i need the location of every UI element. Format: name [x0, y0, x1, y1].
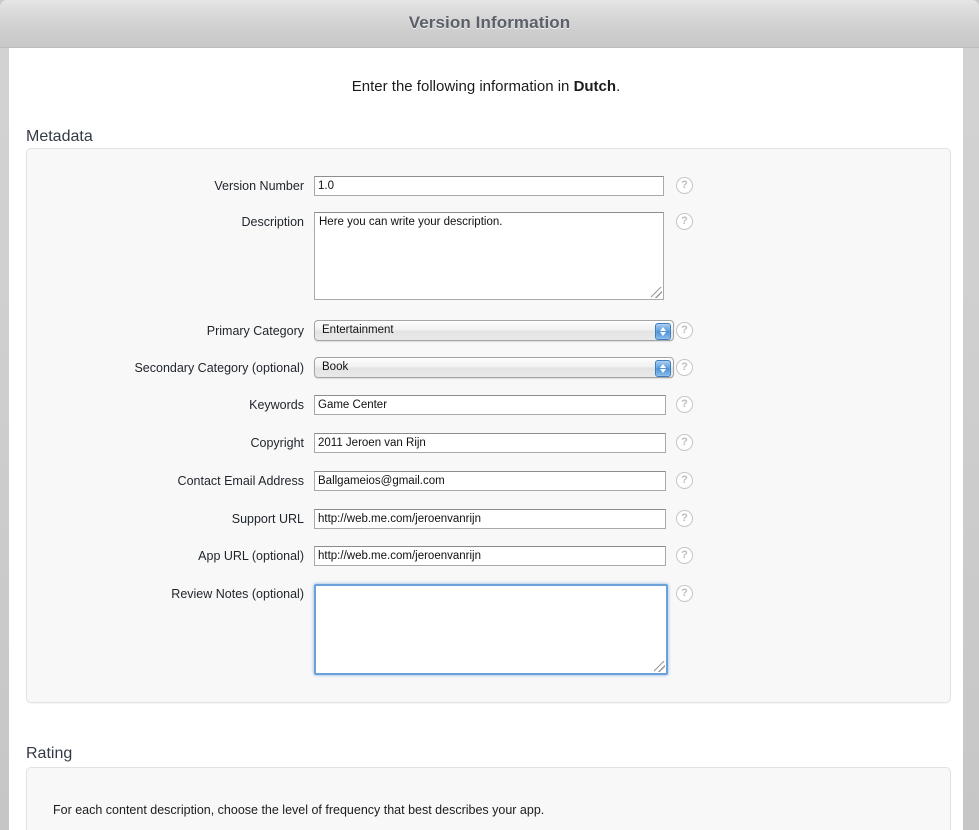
help-icon-support-url[interactable]: ? — [676, 510, 693, 527]
window-title-bar: Version Information — [0, 0, 979, 48]
help-icon-app-url[interactable]: ? — [676, 547, 693, 564]
intro-prefix: Enter the following information in — [351, 78, 574, 95]
app-window: Version Information Enter the following … — [0, 0, 979, 830]
help-icon-version-number[interactable]: ? — [676, 177, 693, 194]
field-row-keywords: Keywords ? — [9, 395, 963, 417]
rating-instruction: For each content description, choose the… — [53, 803, 545, 817]
label-description: Description — [241, 215, 304, 229]
label-primary-category: Primary Category — [206, 324, 304, 338]
stepper-icon-secondary-category[interactable] — [655, 360, 671, 377]
rating-section-heading: Rating — [26, 745, 73, 762]
input-keywords[interactable] — [314, 395, 666, 415]
help-icon-contact-email[interactable]: ? — [676, 472, 693, 489]
label-keywords: Keywords — [249, 398, 304, 412]
input-contact-email[interactable] — [314, 471, 666, 491]
help-icon-review-notes[interactable]: ? — [676, 585, 693, 602]
label-copyright: Copyright — [250, 436, 305, 450]
help-icon-description[interactable]: ? — [676, 213, 693, 230]
textarea-description[interactable]: Here you can write your description. — [314, 212, 664, 300]
content-sheet: Enter the following information in Dutch… — [9, 48, 963, 830]
chevron-down-icon — [660, 332, 666, 336]
help-icon-keywords[interactable]: ? — [676, 396, 693, 413]
label-version-number: Version Number — [214, 179, 304, 193]
stepper-icon-primary-category[interactable] — [655, 323, 671, 340]
help-icon-primary-category[interactable]: ? — [676, 322, 693, 339]
intro-suffix: . — [616, 78, 621, 95]
select-primary-category[interactable]: Entertainment — [314, 320, 674, 341]
field-row-version-number: Version Number ? — [9, 176, 963, 198]
chevron-up-icon — [660, 327, 666, 331]
help-icon-copyright[interactable]: ? — [676, 434, 693, 451]
field-row-app-url: App URL (optional) ? — [9, 546, 963, 568]
field-row-review-notes: Review Notes (optional) ? — [9, 584, 963, 676]
input-copyright[interactable] — [314, 433, 666, 453]
chevron-down-icon — [660, 369, 666, 373]
label-app-url: App URL (optional) — [198, 549, 304, 563]
select-secondary-category[interactable]: Book — [314, 357, 674, 378]
textarea-review-notes[interactable] — [314, 584, 668, 675]
field-row-support-url: Support URL ? — [9, 509, 963, 531]
field-row-contact-email: Contact Email Address ? — [9, 471, 963, 493]
input-app-url[interactable] — [314, 546, 666, 566]
rating-panel — [26, 767, 951, 830]
metadata-section-heading: Metadata — [26, 128, 93, 145]
intro-instruction: Enter the following information in Dutch… — [9, 78, 963, 95]
label-support-url: Support URL — [231, 512, 304, 526]
select-secondary-category-value: Book — [322, 361, 349, 373]
field-row-description: Description Here you can write your desc… — [9, 212, 963, 304]
help-icon-secondary-category[interactable]: ? — [676, 359, 693, 376]
label-review-notes: Review Notes (optional) — [171, 587, 304, 601]
page-title: Version Information — [408, 13, 571, 32]
label-contact-email: Contact Email Address — [177, 474, 304, 488]
field-row-secondary-category: Secondary Category (optional) Book ? — [9, 357, 963, 381]
field-row-copyright: Copyright ? — [9, 433, 963, 455]
intro-language: Dutch — [573, 78, 617, 95]
select-primary-category-value: Entertainment — [322, 324, 394, 336]
field-row-primary-category: Primary Category Entertainment ? — [9, 320, 963, 344]
input-support-url[interactable] — [314, 509, 666, 529]
label-secondary-category: Secondary Category (optional) — [134, 361, 304, 375]
chevron-up-icon — [660, 364, 666, 368]
input-version-number[interactable] — [314, 176, 664, 196]
